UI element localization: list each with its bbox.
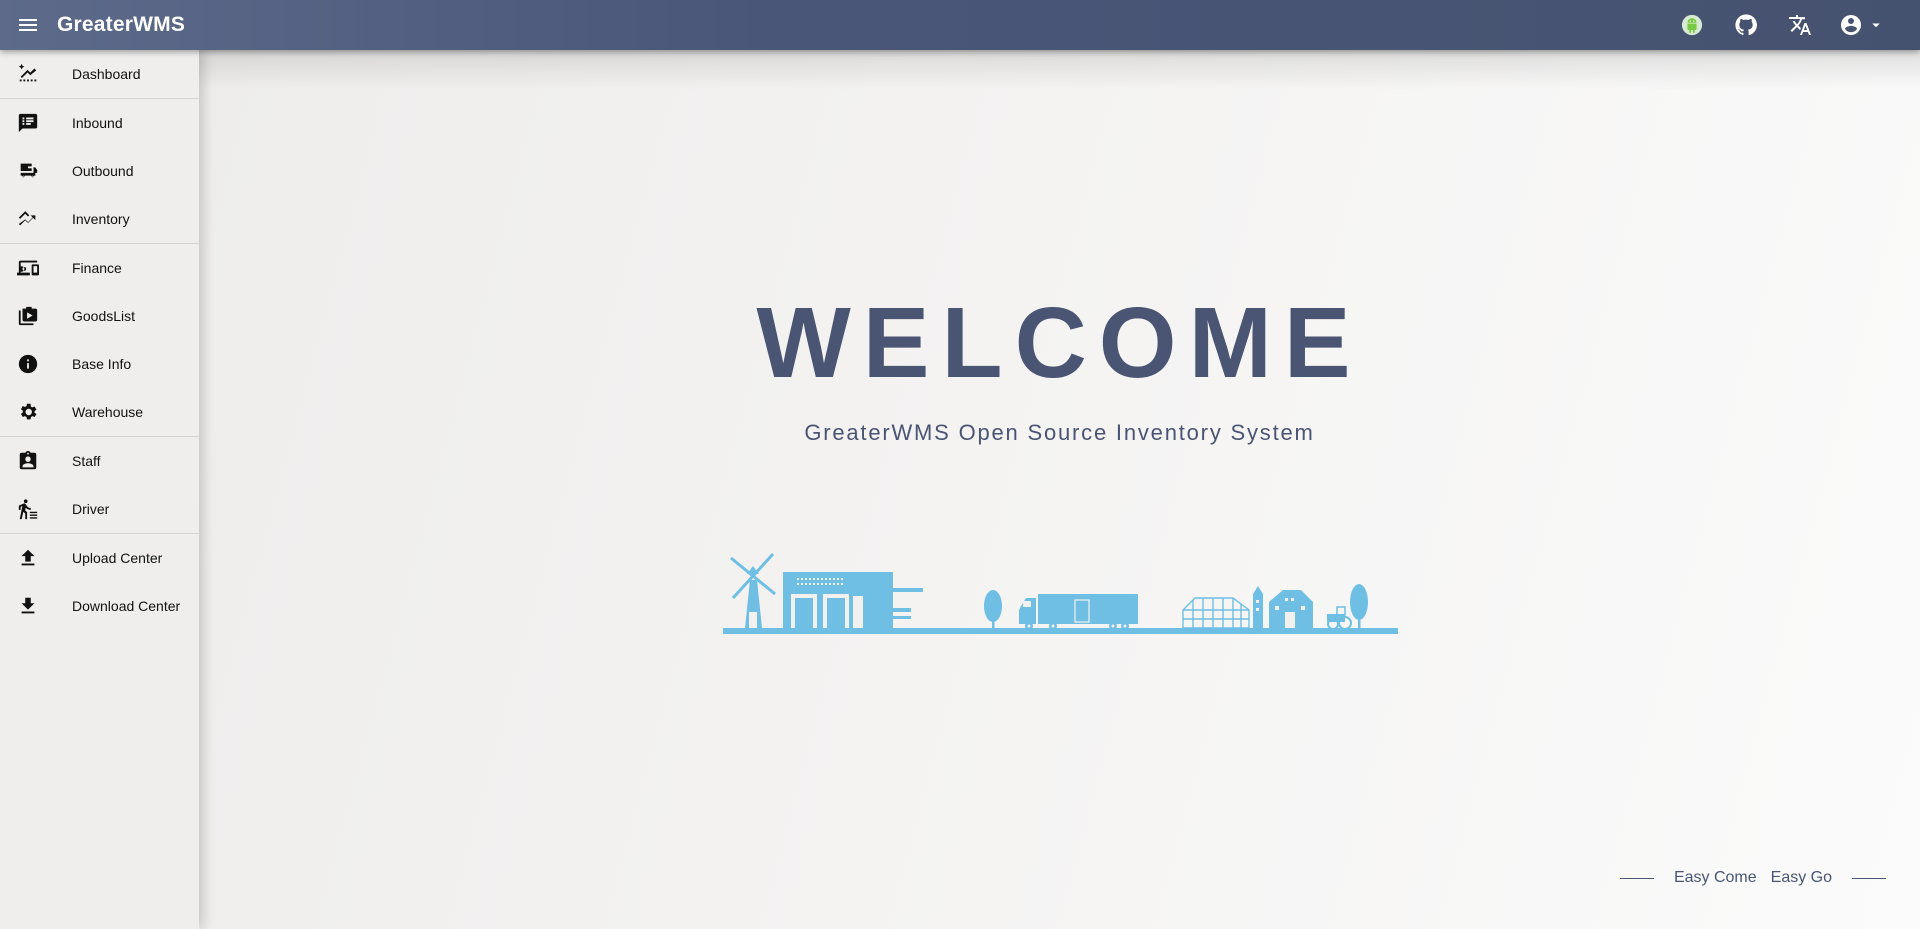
main-content: WELCOME GreaterWMS Open Source Inventory… bbox=[199, 50, 1920, 929]
devices-icon bbox=[0, 257, 56, 279]
sidebar-item-finance[interactable]: Finance bbox=[0, 244, 199, 292]
sidebar-item-label: Download Center bbox=[72, 598, 181, 614]
gear-icon bbox=[0, 401, 56, 423]
sidebar-item-inventory[interactable]: Inventory bbox=[0, 195, 199, 243]
windmill-illustration bbox=[730, 552, 776, 628]
android-icon bbox=[1681, 14, 1703, 36]
sidebar-item-dashboard[interactable]: Dashboard bbox=[0, 50, 199, 98]
app-brand: GreaterWMS bbox=[57, 13, 186, 36]
github-icon bbox=[1735, 14, 1757, 36]
tree-illustration bbox=[1350, 584, 1368, 628]
header-actions bbox=[1658, 5, 1890, 45]
sidebar-item-label: GoodsList bbox=[72, 308, 136, 324]
caret-down-icon bbox=[1872, 23, 1880, 28]
sidebar-item-label: Finance bbox=[72, 260, 122, 276]
sidebar: Dashboard Inbound Outbound Inventory Fin… bbox=[0, 50, 199, 929]
slogan-divider-right bbox=[1852, 877, 1886, 879]
sidebar-item-outbound[interactable]: Outbound bbox=[0, 147, 199, 195]
user-menu-button[interactable] bbox=[1834, 5, 1890, 45]
menu-toggle-button[interactable] bbox=[7, 4, 49, 46]
inbound-list-icon bbox=[0, 112, 56, 134]
sidebar-item-driver[interactable]: Driver bbox=[0, 485, 199, 533]
tree-illustration bbox=[984, 590, 1002, 628]
welcome-title: WELCOME bbox=[756, 287, 1363, 399]
sidebar-item-inbound[interactable]: Inbound bbox=[0, 99, 199, 147]
tractor-illustration bbox=[1327, 606, 1352, 630]
menu-icon bbox=[19, 19, 37, 31]
staff-badge-icon bbox=[0, 450, 56, 472]
sidebar-item-label: Staff bbox=[72, 453, 101, 469]
sidebar-item-base-info[interactable]: Base Info bbox=[0, 340, 199, 388]
warehouse-skyline-illustration bbox=[723, 552, 1398, 634]
sidebar-item-upload-center[interactable]: Upload Center bbox=[0, 534, 199, 582]
sidebar-item-label: Base Info bbox=[72, 356, 132, 372]
sidebar-item-label: Upload Center bbox=[72, 550, 163, 566]
language-button[interactable] bbox=[1780, 5, 1820, 45]
truck-illustration bbox=[1019, 594, 1138, 630]
upload-icon bbox=[0, 547, 56, 569]
sidebar-item-label: Outbound bbox=[72, 163, 134, 179]
sidebar-item-label: Driver bbox=[72, 501, 110, 517]
sidebar-item-staff[interactable]: Staff bbox=[0, 437, 199, 485]
download-icon bbox=[0, 595, 56, 617]
slogan-easy-come: Easy Come bbox=[1673, 869, 1757, 886]
trend-icon bbox=[0, 208, 56, 230]
greenhouse-illustration bbox=[1182, 597, 1250, 629]
sidebar-item-label: Warehouse bbox=[72, 404, 144, 420]
sidebar-item-label: Dashboard bbox=[72, 66, 141, 82]
sidebar-item-download-center[interactable]: Download Center bbox=[0, 582, 199, 630]
outbound-truck-icon bbox=[0, 160, 56, 182]
dashboard-chart-icon bbox=[0, 63, 56, 85]
slogan-easy-go: Easy Go bbox=[1770, 869, 1832, 886]
info-icon bbox=[0, 353, 56, 375]
top-bar: GreaterWMS bbox=[0, 0, 1920, 50]
barn-illustration bbox=[1253, 586, 1313, 628]
sidebar-item-label: Inventory bbox=[72, 211, 130, 227]
sidebar-item-warehouse[interactable]: Warehouse bbox=[0, 388, 199, 436]
github-button[interactable] bbox=[1726, 5, 1766, 45]
translate-icon bbox=[1789, 15, 1811, 35]
driver-icon bbox=[0, 498, 56, 520]
welcome-subtitle: GreaterWMS Open Source Inventory System bbox=[804, 420, 1315, 445]
warehouse-illustration bbox=[783, 572, 923, 628]
sidebar-item-goodslist[interactable]: GoodsList bbox=[0, 292, 199, 340]
android-app-button[interactable] bbox=[1672, 5, 1712, 45]
account-circle-icon bbox=[1841, 15, 1861, 35]
slogan: Easy Come Easy Go bbox=[1619, 869, 1886, 887]
goods-bag-icon bbox=[0, 305, 56, 327]
sidebar-item-label: Inbound bbox=[72, 115, 123, 131]
slogan-divider-left bbox=[1619, 877, 1654, 879]
